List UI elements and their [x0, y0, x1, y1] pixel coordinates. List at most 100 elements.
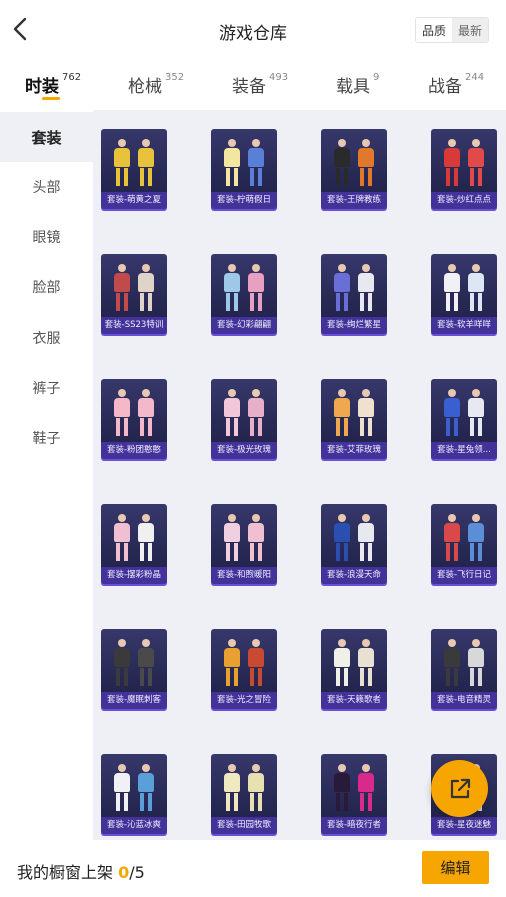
sort-toggle: 品质 最新 [415, 17, 489, 43]
outfit-card[interactable]: 套装-极光玫瑰 [211, 379, 277, 459]
outfit-figure-icon [245, 514, 267, 564]
outfit-card[interactable]: 套装-天籁歌者 [321, 629, 387, 709]
active-tab-indicator [42, 97, 60, 100]
outfit-card[interactable]: 套装-摆彩粉晶 [101, 504, 167, 584]
sidebar-item-shoes[interactable]: 鞋子 [0, 413, 93, 463]
tab-fashion[interactable]: 时装 762 [25, 72, 81, 97]
outfit-card[interactable]: 套装-浪漫天命 [321, 504, 387, 584]
top-bar: 游戏仓库 品质 最新 [0, 0, 506, 60]
outfit-figure-icon [111, 639, 133, 689]
outfit-card[interactable]: 套装-沁蓝冰爽 [101, 754, 167, 834]
outfit-card-label: 套装-炒红点点 [431, 192, 497, 209]
outfit-card-label: 套装-田园牧歌 [211, 817, 277, 834]
outfit-card[interactable]: 套装-王牌教练 [321, 129, 387, 209]
outfit-figure-icon [355, 264, 377, 314]
outfit-card[interactable]: 套装-艾菲玫瑰 [321, 379, 387, 459]
outfit-card[interactable]: 套装-软羊咩咩 [431, 254, 497, 334]
outfit-card[interactable]: 套装-暗夜行者 [321, 754, 387, 834]
showcase-current-count: 0 [118, 863, 130, 882]
outfit-card-label: 套装-极光玫瑰 [211, 442, 277, 459]
outfit-card-label: 套装-SS23特训 [101, 317, 167, 334]
showcase-status: 我的橱窗上架 0/5 [17, 859, 145, 883]
outfit-card-label: 套装-萌黄之夏 [101, 192, 167, 209]
sort-by-latest[interactable]: 最新 [452, 18, 488, 42]
outfit-card-label: 套装-绚烂繁星 [321, 317, 387, 334]
tab-label: 载具 [336, 77, 370, 97]
outfit-card[interactable]: 套装-电音精灵 [431, 629, 497, 709]
outfit-figure-icon [111, 264, 133, 314]
outfit-card[interactable]: 套装-绚烂繁星 [321, 254, 387, 334]
outfit-figure-icon [331, 139, 353, 189]
outfit-figure-icon [441, 264, 463, 314]
sidebar-item-head[interactable]: 头部 [0, 162, 93, 212]
outfit-card-label: 套装-摆彩粉晶 [101, 567, 167, 584]
outfit-card[interactable]: 套装-飞行日记 [431, 504, 497, 584]
sidebar-item-clothes[interactable]: 衣服 [0, 313, 93, 363]
outfit-card-label: 套装-电音精灵 [431, 692, 497, 709]
tab-combat-gear[interactable]: 战备 244 [428, 72, 484, 97]
outfit-figure-icon [465, 264, 487, 314]
sidebar-item-face[interactable]: 脸部 [0, 262, 93, 312]
outfit-figure-icon [331, 514, 353, 564]
tab-label: 时装 [25, 77, 59, 97]
outfit-figure-icon [465, 514, 487, 564]
outfit-figure-icon [465, 139, 487, 189]
outfit-figure-icon [331, 639, 353, 689]
outfit-card-label: 套装-浪漫天命 [321, 567, 387, 584]
outfit-figure-icon [135, 139, 157, 189]
outfit-card-label: 套装-星夜迷魅 [431, 817, 497, 834]
outfit-card-label: 套装-星兔领... [431, 442, 497, 459]
outfit-card[interactable]: 套装-幻彩翩翩 [211, 254, 277, 334]
tab-count: 493 [269, 72, 289, 84]
outfit-figure-icon [221, 264, 243, 314]
tab-count: 352 [165, 72, 185, 84]
outfit-figure-icon [441, 514, 463, 564]
sidebar-item-pants[interactable]: 裤子 [0, 363, 93, 413]
outfit-card[interactable]: 套装-田园牧歌 [211, 754, 277, 834]
tab-vehicles[interactable]: 载具 9 [336, 72, 379, 97]
tab-label: 枪械 [128, 77, 162, 97]
outfit-figure-icon [111, 139, 133, 189]
edit-button[interactable]: 编辑 [422, 851, 489, 884]
outfit-figure-icon [465, 639, 487, 689]
outfit-card[interactable]: 套装-萌黄之夏 [101, 129, 167, 209]
tab-firearms[interactable]: 枪械 352 [128, 72, 184, 97]
outfit-figure-icon [355, 764, 377, 814]
outfit-figure-icon [135, 764, 157, 814]
outfit-card[interactable]: 套装-SS23特训 [101, 254, 167, 334]
outfit-figure-icon [245, 389, 267, 439]
outfit-card[interactable]: 套装-星兔领... [431, 379, 497, 459]
outfit-card[interactable]: 套装-柠萌假日 [211, 129, 277, 209]
tab-label: 装备 [232, 77, 266, 97]
outfit-figure-icon [355, 514, 377, 564]
share-button[interactable] [431, 760, 488, 817]
outfit-figure-icon [331, 764, 353, 814]
outfit-card[interactable]: 套装-粉团憨憨 [101, 379, 167, 459]
outfit-figure-icon [221, 514, 243, 564]
outfit-card-label: 套装-柠萌假日 [211, 192, 277, 209]
sidebar-item-glasses[interactable]: 眼镜 [0, 212, 93, 262]
sidebar-item-outfit[interactable]: 套装 [0, 112, 93, 162]
outfit-card-label: 套装-魔眠刺客 [101, 692, 167, 709]
outfit-card[interactable]: 套装-光之冒险 [211, 629, 277, 709]
bottom-bar: 我的橱窗上架 0/5 编辑 [0, 840, 506, 897]
outfit-card-label: 套装-王牌教练 [321, 192, 387, 209]
tab-equipment[interactable]: 装备 493 [232, 72, 288, 97]
outfit-card-label: 套装-暗夜行者 [321, 817, 387, 834]
outfit-card-label: 套装-艾菲玫瑰 [321, 442, 387, 459]
outfit-card-label: 套装-软羊咩咩 [431, 317, 497, 334]
item-grid: 套装-萌黄之夏 套装-柠萌假日 套装-王牌教练 套装-炒红点点 套装-SS23特训 套装-… [93, 110, 506, 840]
outfit-figure-icon [221, 639, 243, 689]
sort-by-quality[interactable]: 品质 [416, 18, 452, 42]
outfit-card[interactable]: 套装-魔眠刺客 [101, 629, 167, 709]
outfit-card-label: 套装-天籁歌者 [321, 692, 387, 709]
category-tabs: 时装 762 枪械 352 装备 493 载具 9 战备 244 [0, 60, 506, 110]
outfit-figure-icon [111, 389, 133, 439]
outfit-card[interactable]: 套装-炒红点点 [431, 129, 497, 209]
outfit-card-label: 套装-飞行日记 [431, 567, 497, 584]
outfit-card-label: 套装-沁蓝冰爽 [101, 817, 167, 834]
outfit-figure-icon [221, 139, 243, 189]
outfit-card[interactable]: 套装-和煦暖阳 [211, 504, 277, 584]
share-external-icon [450, 778, 470, 798]
outfit-figure-icon [331, 389, 353, 439]
